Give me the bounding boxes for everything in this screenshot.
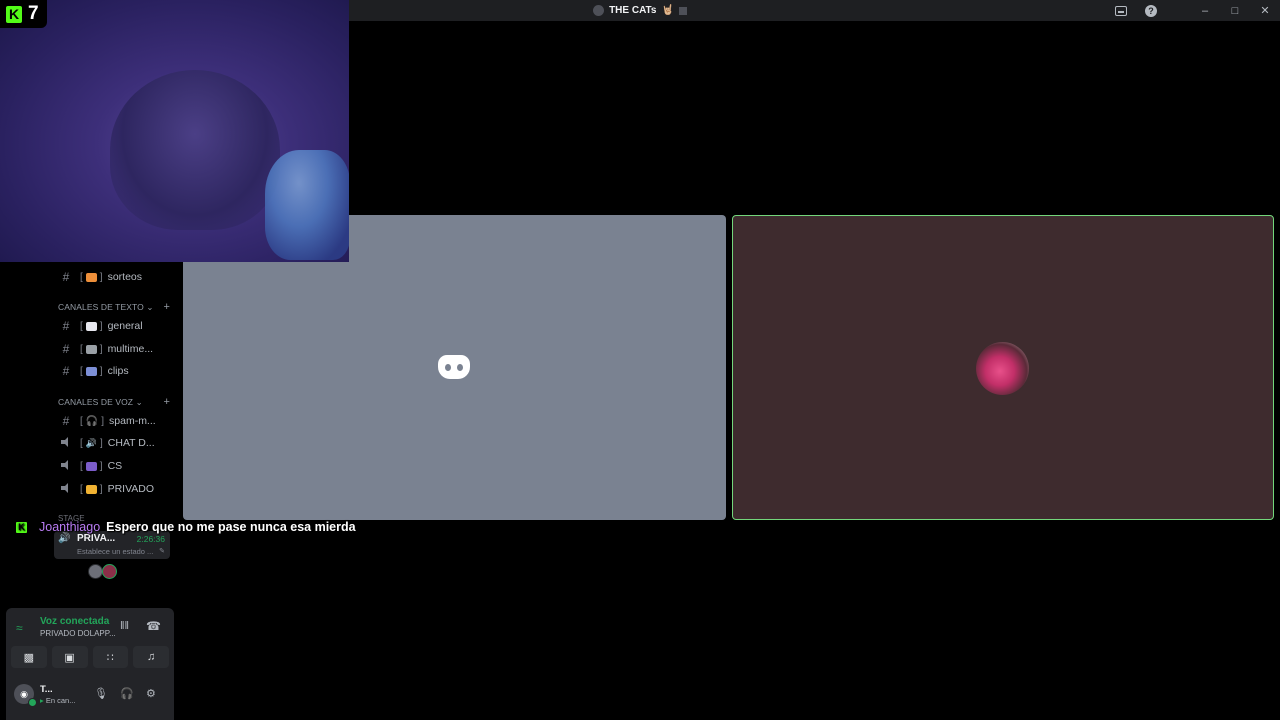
screen-share-button[interactable]: ▣ [51,646,88,668]
kick-logo-icon: K [16,521,27,533]
channel-label: multime... [107,343,154,355]
channel-label: spam-m... [109,415,156,427]
clapper-icon [85,366,97,376]
discord-logo-icon [438,355,470,379]
avatar[interactable] [102,564,117,579]
voice-connected-label[interactable]: Voz conectada [40,616,109,627]
speaker-icon [60,437,72,447]
minimize-button[interactable]: – [1190,0,1220,21]
maximize-icon: □ [1231,4,1239,17]
category-text-channels[interactable]: CANALES DE TEXTO ⌄ + [58,300,170,314]
user-name[interactable]: T... [40,684,53,695]
channel-label: sorteos [107,271,142,283]
window-title-emoji: 🤘🏼 [661,5,674,16]
window-title-text: THE CATs [609,5,657,16]
inbox-icon [1115,5,1127,16]
channel-label: PRIVADO [107,483,155,495]
channel-chat-de-voz[interactable]: [🔊] CHAT D... [52,432,176,454]
mail-icon [85,321,97,331]
lock-icon [85,484,97,494]
viewer-count: 7 [28,3,39,24]
pencil-icon[interactable]: ✎ [159,547,165,555]
soundboard-icon: ♫ [147,651,156,663]
chat-username: Joanthiago [39,520,101,534]
server-icon [593,5,605,16]
camera-off-icon: ▩ [23,651,35,664]
channel-clips[interactable]: # [] clips [52,360,176,382]
loudspeaker-icon: 🔊 [85,437,97,448]
channel-label: clips [107,365,129,377]
square-icon [678,6,687,15]
avatar[interactable] [88,564,103,579]
activities-button[interactable]: ∷ [92,646,129,668]
chat-overlay-message: K Joanthiago Espero que no me pase nunca… [16,518,356,536]
channel-sorteos[interactable]: # [] sorteos [52,266,176,288]
category-label: CANALES DE VOZ [58,397,134,407]
noise-suppression-icon[interactable]: ‖‖ [120,620,129,632]
gift-icon [85,272,97,282]
chevron-down-icon: ⌄ [135,396,143,407]
user-panel: ≈ Voz conectada PRIVADO DOLAPP... ‖‖ ☎ ▩… [6,608,174,720]
kick-viewer-badge: K 7 [0,0,47,28]
add-channel-icon[interactable]: + [163,301,170,313]
help-button[interactable]: ? [1136,0,1166,21]
maximize-button[interactable]: □ [1220,0,1250,21]
hashtag-icon: # [62,319,70,333]
voice-connected-channel[interactable]: PRIVADO DOLAPP... [40,629,116,638]
speaker-icon [60,483,72,493]
channel-general[interactable]: # [] general [52,315,176,337]
channel-cs[interactable]: [] CS [52,455,176,477]
help-icon: ? [1145,4,1157,17]
keyboard-icon [85,344,97,354]
close-button[interactable]: ✕ [1250,0,1280,21]
activities-icon: ∷ [106,651,114,664]
speaker-icon [60,460,72,470]
user-status: En can... [45,696,76,705]
microphone-button[interactable]: 🎙 [94,687,108,700]
minimize-icon: – [1201,4,1209,17]
add-channel-icon[interactable]: + [163,396,170,408]
speaker-icon: ▸ [40,696,44,705]
webcam-person [110,70,280,230]
channel-label: CHAT D... [107,437,155,449]
category-voice-channels[interactable]: CANALES DE VOZ ⌄ + [58,395,170,409]
channel-privado[interactable]: [] PRIVADO [52,478,176,500]
channel-spam-musica[interactable]: # [🎧] spam-m... [52,410,176,432]
hashtag-icon: # [62,342,70,356]
separator [1166,0,1190,21]
signal-icon[interactable]: ≈ [16,621,30,635]
channel-label: general [107,320,143,332]
disconnect-icon[interactable]: ☎ [146,619,161,633]
soundboard-button[interactable]: ♫ [133,646,169,668]
chevron-down-icon: ⌄ [146,301,154,312]
channel-multimedia[interactable]: # [] multime... [52,338,176,360]
camera-button[interactable]: ▩ [11,646,47,668]
chat-message-text: Espero que no me pase nunca esa mierda [106,520,356,534]
category-label: CANALES DE TEXTO [58,302,144,312]
headphones-button[interactable]: 🎧 [120,687,134,700]
channel-label: CS [107,460,123,472]
video-tile-speaking[interactable] [732,215,1274,520]
online-status-dot [28,698,37,707]
webcam-overlay: K 7 [0,0,349,262]
inbox-button[interactable] [1106,0,1136,21]
hashtag-icon: # [62,414,70,428]
avatar [976,342,1029,395]
gamepad-icon [85,461,97,471]
voice-status-text[interactable]: Establece un estado ... [77,547,153,556]
kick-logo-icon: K [6,5,22,23]
voice-actions: ▩ ▣ ∷ ♫ [11,646,169,668]
webcam-hand [265,150,349,260]
close-icon: ✕ [1260,5,1270,17]
settings-button[interactable]: ⚙ [146,687,156,700]
hashtag-icon: # [62,364,70,378]
screen-share-icon: ▣ [64,651,75,664]
headphones-icon: 🎧 [85,415,99,427]
hashtag-icon: # [62,270,70,284]
